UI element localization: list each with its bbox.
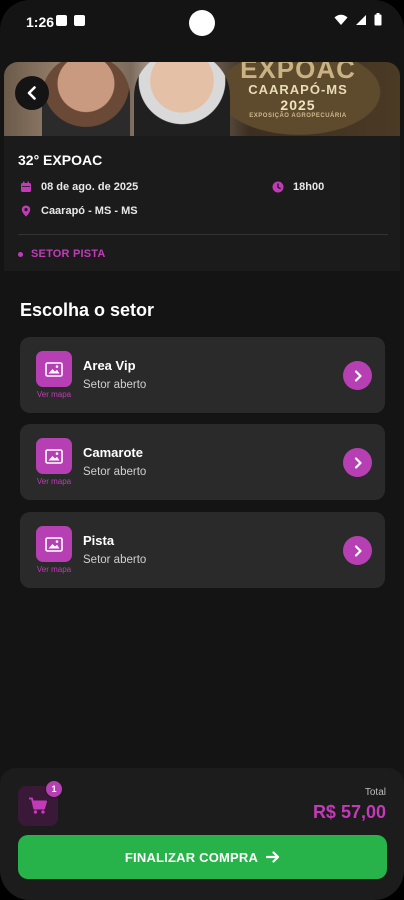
status-time: 1:26 (26, 14, 55, 30)
sector-name: Area Vip (83, 358, 136, 373)
media-notification-icon (56, 15, 67, 26)
sector-status: Setor aberto (83, 554, 147, 566)
banner-logo: EXPOAC CAARAPÓ-MS 2025 EXPOSIÇÃO AGROPEC… (218, 62, 378, 119)
status-bar: 1:26 (0, 0, 404, 44)
event-info: 32° EXPOAC 08 de ago. de 2025 18h00 Caar… (4, 136, 400, 271)
camera-cutout (189, 10, 215, 36)
chevron-right-icon (354, 369, 362, 382)
back-button[interactable] (15, 76, 49, 110)
finalize-purchase-label: FINALIZAR COMPRA (124, 849, 259, 865)
app-notification-icon (74, 15, 85, 26)
view-map-button[interactable] (36, 351, 72, 387)
event-title: 32° EXPOAC (18, 152, 103, 168)
bullet-icon (18, 251, 23, 257)
location-pin-icon (21, 205, 31, 217)
sector-card-camarote[interactable]: Ver mapa Camarote Setor aberto (20, 424, 385, 500)
event-date-text: 08 de ago. de 2025 (41, 181, 139, 193)
info-divider (18, 234, 388, 235)
banner-logo-year: 2025 (280, 97, 316, 113)
clock-icon (272, 181, 284, 193)
view-map-label[interactable]: Ver mapa (30, 565, 78, 574)
event-time-text: 18h00 (293, 181, 325, 193)
sector-name: Pista (83, 533, 115, 548)
chevron-right-icon (354, 544, 362, 557)
view-map-label[interactable]: Ver mapa (30, 477, 78, 486)
wifi-icon (334, 14, 348, 25)
total-value: R$ 57,00 (312, 802, 386, 822)
checkout-footer: 1 Total R$ 57,00 FINALIZAR COMPRA (0, 768, 404, 900)
banner-artist-right (134, 62, 230, 136)
sector-status: Setor aberto (83, 466, 147, 478)
event-time: 18h00 (272, 181, 324, 193)
event-banner: EXPOAC CAARAPÓ-MS 2025 EXPOSIÇÃO AGROPEC… (4, 62, 400, 136)
shopping-cart-icon (29, 797, 47, 814)
selected-sector-tag: SETOR PISTA (18, 248, 106, 260)
arrow-right-icon (266, 851, 280, 863)
sector-card-area-vip[interactable]: Ver mapa Area Vip Setor aberto (20, 337, 385, 413)
sector-open-button[interactable] (343, 448, 372, 477)
signal-icon (356, 14, 366, 25)
banner-logo-subtitle: EXPOSIÇÃO AGROPECUÁRIA (249, 113, 347, 119)
view-map-label[interactable]: Ver mapa (30, 390, 78, 399)
finalize-purchase-button[interactable]: FINALIZAR COMPRA (18, 835, 387, 879)
sectors-title: Escolha o setor (20, 300, 155, 320)
image-icon (45, 536, 63, 552)
event-location: Caarapó - MS - MS (20, 205, 138, 217)
chevron-left-icon (27, 86, 36, 100)
app-screen: 1:26 EXPOAC CAARAPÓ-MS 2025 EXPOSIÇÃO AG… (0, 0, 404, 900)
view-map-button[interactable] (36, 526, 72, 562)
sector-name: Camarote (83, 445, 143, 460)
banner-logo-city: CAARAPÓ-MS (248, 82, 348, 97)
banner-artist-left (42, 62, 130, 136)
event-date: 08 de ago. de 2025 (20, 181, 138, 193)
sector-status: Setor aberto (83, 379, 147, 391)
sector-card-pista[interactable]: Ver mapa Pista Setor aberto (20, 512, 385, 588)
event-location-text: Caarapó - MS - MS (41, 205, 138, 217)
banner-logo-title: EXPOAC (240, 62, 356, 84)
view-map-button[interactable] (36, 438, 72, 474)
status-icons (334, 13, 382, 26)
image-icon (45, 448, 63, 464)
sector-open-button[interactable] (343, 361, 372, 390)
sector-open-button[interactable] (343, 536, 372, 565)
selected-sector-text: SETOR PISTA (31, 248, 106, 260)
battery-icon (374, 13, 382, 26)
chevron-right-icon (354, 456, 362, 469)
total-label: Total (364, 787, 386, 798)
calendar-icon (21, 181, 31, 192)
cart-count-badge: 1 (45, 780, 63, 798)
image-icon (45, 361, 63, 377)
